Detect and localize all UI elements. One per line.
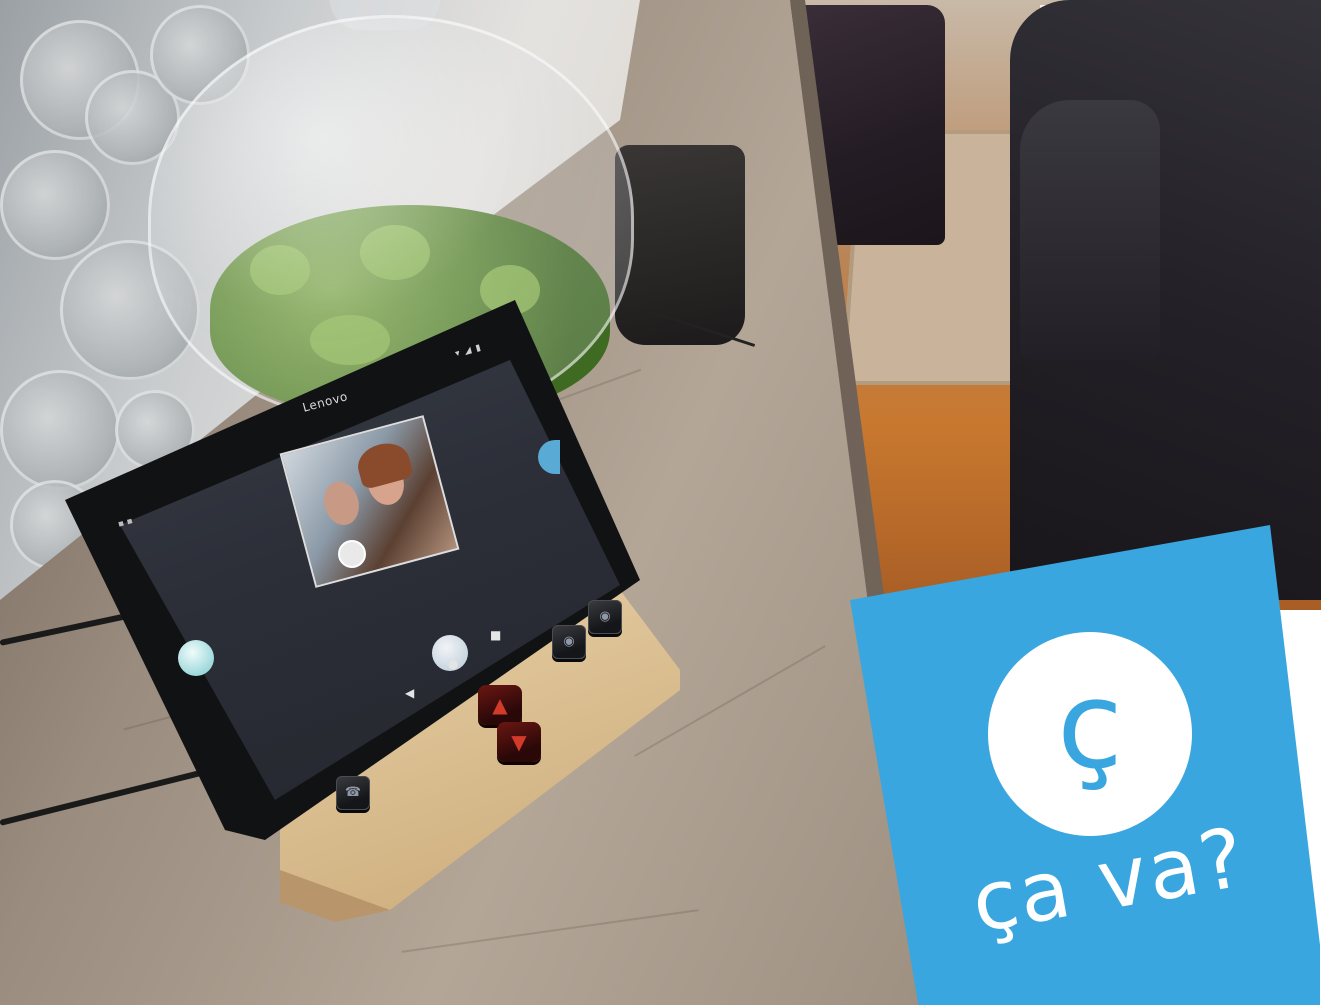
recents-icon[interactable]: ■	[490, 628, 501, 642]
camera-key[interactable]: ◉	[588, 600, 622, 634]
triangle-up-icon: ▲	[492, 693, 508, 717]
camera-icon: ◉	[563, 634, 575, 649]
person-hair	[353, 437, 415, 491]
logo-letter: ç	[1057, 657, 1123, 796]
photo-scene: Lenovo ▾ ◢ ▮ ▪ ▪ ◀ ● ■ ◉ ◉ ▲ ▼ ☎ ç ça va…	[0, 0, 1321, 1005]
person-face	[319, 477, 364, 529]
wall-circle	[0, 150, 110, 260]
call-key[interactable]: ☎	[336, 776, 370, 810]
black-bag	[615, 145, 745, 345]
home-icon[interactable]: ●	[448, 657, 458, 671]
caller-avatar	[338, 540, 366, 568]
camera-icon: ◉	[599, 609, 611, 624]
armchair-arm	[1020, 100, 1160, 360]
down-arrow-key[interactable]: ▼	[497, 722, 541, 762]
up-arrow-key[interactable]: ▲	[478, 685, 522, 725]
screen-round-button[interactable]	[178, 640, 214, 676]
back-icon[interactable]: ◀	[405, 686, 414, 700]
wood-grain	[401, 909, 699, 953]
camera-key[interactable]: ◉	[552, 625, 586, 659]
wall-circle	[0, 370, 120, 490]
triangle-down-icon: ▼	[511, 730, 527, 754]
phone-icon: ☎	[344, 785, 362, 800]
